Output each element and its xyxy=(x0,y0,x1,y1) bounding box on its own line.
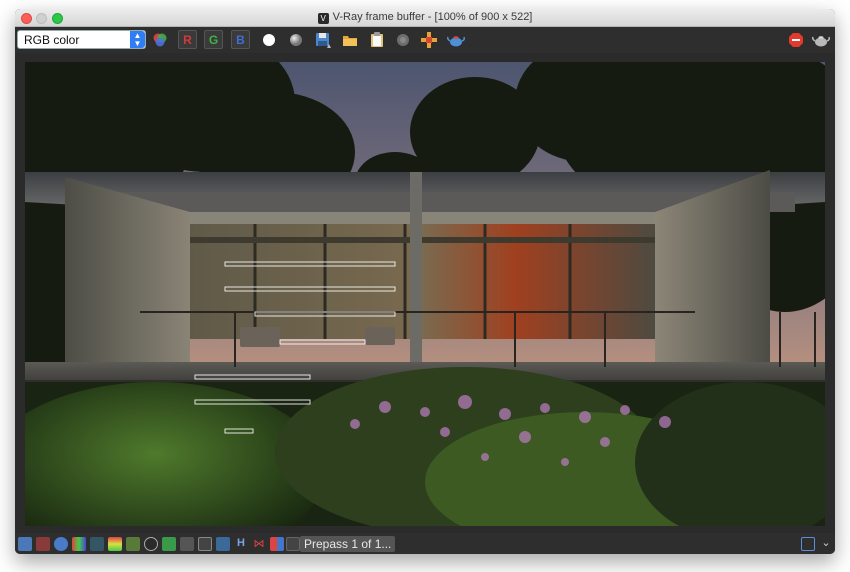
save-image-button[interactable] xyxy=(313,30,333,50)
curves-icon[interactable] xyxy=(126,537,140,551)
info-icon[interactable] xyxy=(54,537,68,551)
blue-channel-label: B xyxy=(236,32,245,47)
clipboard-icon xyxy=(371,32,383,47)
film-strip-icon[interactable] xyxy=(36,537,50,551)
hsv-icon[interactable] xyxy=(180,537,194,551)
window-title: V-Ray frame buffer - [100% of 900 x 522] xyxy=(332,11,533,23)
open-image-button[interactable] xyxy=(340,30,360,50)
green-channel-label: G xyxy=(208,32,219,47)
teapot-render-icon xyxy=(812,36,830,47)
history-icon[interactable] xyxy=(18,537,32,551)
gray-sphere-icon xyxy=(290,34,302,46)
rgb-circles-icon xyxy=(153,33,167,47)
red-channel-button[interactable]: R xyxy=(178,30,197,49)
white-mode-button[interactable] xyxy=(259,30,279,50)
levels-icon[interactable] xyxy=(108,537,122,551)
render-viewport[interactable] xyxy=(25,62,825,526)
render-image xyxy=(25,62,825,526)
green-channel-button[interactable]: G xyxy=(204,30,223,49)
render-last-button[interactable] xyxy=(446,30,466,50)
title-bar: V V-Ray frame buffer - [100% of 900 x 522… xyxy=(15,9,835,27)
vfb-window: V V-Ray frame buffer - [100% of 900 x 522… xyxy=(15,9,835,554)
track-mouse-button[interactable] xyxy=(419,30,439,50)
color-correction-icon[interactable] xyxy=(72,537,86,551)
channel-select[interactable]: RGB color ▲ ▼ xyxy=(17,30,146,49)
ocio-icon[interactable] xyxy=(216,537,230,551)
red-channel-label: R xyxy=(183,32,192,47)
region-render-button[interactable] xyxy=(393,30,413,50)
alpha-mode-button[interactable] xyxy=(286,30,306,50)
channel-select-value: RGB color xyxy=(24,33,80,47)
ab-compare-icon[interactable] xyxy=(270,537,284,551)
panel-toggle-icon[interactable] xyxy=(801,537,815,551)
window-title-wrap: V V-Ray frame buffer - [100% of 900 x 522… xyxy=(15,11,835,24)
white-balance-icon[interactable] xyxy=(162,537,176,551)
srgb-icon[interactable] xyxy=(198,537,212,551)
floppy-disk-icon xyxy=(316,33,331,48)
blue-channel-button[interactable]: B xyxy=(231,30,250,49)
cross-arrows-icon xyxy=(421,32,437,48)
stop-render-button[interactable] xyxy=(786,30,806,50)
chevron-down-icon[interactable]: ⌄ xyxy=(819,537,833,551)
toolbar: RGB color ▲ ▼ R G B xyxy=(15,27,835,53)
vray-app-icon: V xyxy=(317,13,329,24)
status-bar: H ⋈ Prepass 1 of 1... ⌄ xyxy=(15,533,835,554)
render-button[interactable] xyxy=(811,30,831,50)
teapot-icon xyxy=(447,36,465,47)
clear-image-button[interactable] xyxy=(367,30,387,50)
folder-icon xyxy=(343,36,357,46)
histogram-icon[interactable]: H xyxy=(234,537,248,551)
gray-disc-icon xyxy=(397,34,409,46)
white-circle-icon xyxy=(263,34,275,46)
lock-icon[interactable] xyxy=(286,537,300,551)
color-mode-button[interactable] xyxy=(150,30,170,50)
render-status: Prepass 1 of 1... xyxy=(300,536,396,552)
compare-icon[interactable]: ⋈ xyxy=(252,537,266,551)
select-arrows-icon: ▲ ▼ xyxy=(130,31,145,48)
lut-icon[interactable] xyxy=(90,537,104,551)
stop-sign-icon xyxy=(789,33,803,47)
exposure-icon[interactable] xyxy=(144,537,158,551)
